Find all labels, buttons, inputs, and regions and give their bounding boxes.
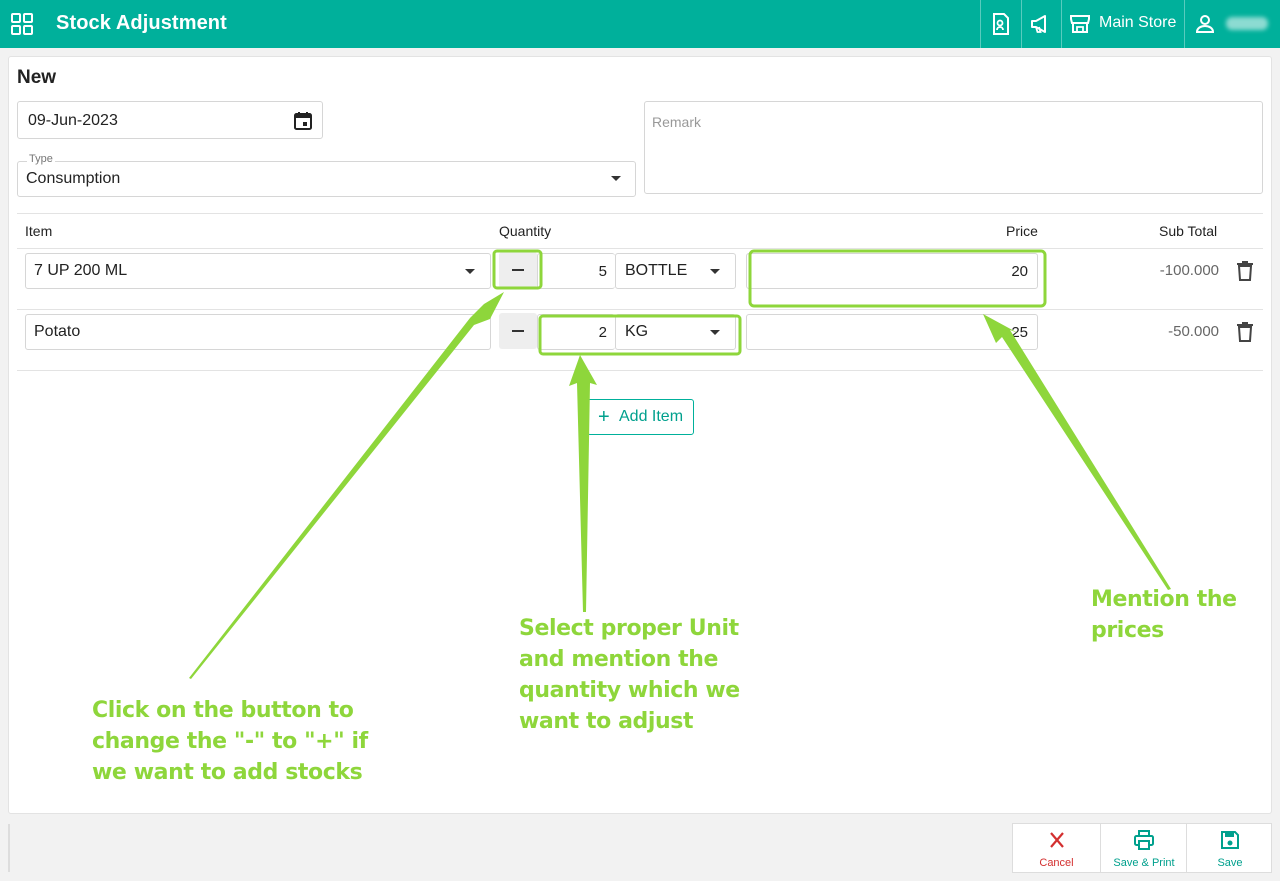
quantity-value: 5	[598, 263, 607, 280]
cancel-label: Cancel	[1039, 857, 1074, 869]
item-select[interactable]: Potato	[25, 314, 491, 350]
divider	[17, 248, 1263, 249]
printer-icon	[1134, 830, 1154, 850]
trash-icon[interactable]	[1236, 322, 1254, 342]
annotation-line: Click on the button to	[92, 698, 354, 723]
add-item-label: Add Item	[619, 408, 684, 425]
annotation-price-note: Mention the prices	[1091, 584, 1237, 646]
annotation-line: we want to add stocks	[92, 760, 363, 785]
date-field[interactable]: 09-Jun-2023	[17, 101, 323, 139]
apps-grid-icon[interactable]	[11, 13, 33, 35]
calendar-icon[interactable]	[292, 110, 314, 132]
item-name: Potato	[34, 323, 81, 340]
trash-icon[interactable]	[1236, 261, 1254, 281]
annotation-line: want to adjust	[519, 709, 694, 734]
annotation-unit-note: Select proper Unit and mention the quant…	[519, 613, 740, 737]
type-value: Consumption	[26, 170, 121, 187]
quantity-input[interactable]: 5	[537, 253, 615, 289]
page-title: New	[17, 67, 57, 88]
unit-select[interactable]: BOTTLE	[615, 253, 736, 289]
user-name-redacted[interactable]	[1226, 17, 1268, 30]
footer-edge	[8, 824, 10, 872]
item-name: 7 UP 200 ML	[34, 262, 128, 279]
column-header-item: Item	[25, 223, 53, 239]
floppy-disk-icon	[1221, 831, 1239, 849]
chevron-down-icon	[710, 269, 720, 274]
type-select[interactable]: Consumption	[17, 161, 636, 197]
close-icon	[1049, 832, 1064, 848]
cancel-button[interactable]: Cancel	[1013, 824, 1100, 872]
save-label: Save	[1217, 857, 1243, 869]
header-divider	[1184, 0, 1185, 48]
annotation-line: quantity which we	[519, 678, 740, 703]
type-label: Type	[27, 153, 55, 165]
report-icon[interactable]	[989, 12, 1013, 36]
subtotal-value: -100.000	[1159, 262, 1219, 279]
plus-icon: +	[598, 406, 610, 428]
store-selector[interactable]: Main Store	[1099, 14, 1176, 32]
annotation-line: and mention the	[519, 647, 719, 672]
save-print-label: Save & Print	[1113, 857, 1175, 869]
annotation-line: Mention the	[1091, 587, 1237, 612]
price-input[interactable]: 25	[746, 314, 1038, 350]
divider	[17, 213, 1263, 214]
header-divider	[1021, 0, 1022, 48]
store-icon[interactable]	[1068, 12, 1092, 36]
user-icon[interactable]	[1193, 12, 1217, 36]
app-title: Stock Adjustment	[56, 12, 227, 34]
header-divider	[980, 0, 981, 48]
minus-icon	[512, 330, 524, 332]
unit-value: KG	[625, 323, 649, 340]
quantity-value: 2	[598, 324, 607, 341]
sign-toggle-button[interactable]	[499, 252, 537, 288]
annotation-line: prices	[1091, 618, 1164, 643]
footer-actions: Cancel Save & Print Save	[1012, 823, 1272, 873]
column-header-quantity: Quantity	[499, 223, 552, 239]
divider	[17, 370, 1263, 371]
column-header-subtotal: Sub Total	[1159, 223, 1218, 239]
megaphone-icon[interactable]	[1029, 12, 1053, 36]
app-header: Stock Adjustment Main Store	[0, 0, 1280, 48]
chevron-down-icon	[710, 330, 720, 335]
unit-select[interactable]: KG	[615, 314, 736, 350]
add-item-button[interactable]: + Add Item	[587, 399, 694, 435]
save-button[interactable]: Save	[1187, 824, 1273, 872]
annotation-sign-note: Click on the button to change the "-" to…	[92, 695, 368, 788]
price-value: 25	[1011, 324, 1028, 341]
chevron-down-icon	[465, 269, 475, 274]
item-select[interactable]: 7 UP 200 ML	[25, 253, 491, 289]
subtotal-value: -50.000	[1168, 323, 1219, 340]
divider	[17, 309, 1263, 310]
unit-value: BOTTLE	[625, 262, 688, 279]
price-value: 20	[1011, 263, 1028, 280]
remark-field[interactable]: Remark	[644, 101, 1263, 194]
chevron-down-icon	[611, 176, 621, 181]
annotation-line: change the "-" to "+" if	[92, 729, 368, 754]
annotation-line: Select proper Unit	[519, 616, 739, 641]
minus-icon	[512, 269, 524, 271]
date-value: 09-Jun-2023	[28, 112, 118, 129]
remark-placeholder: Remark	[652, 114, 702, 130]
column-header-price: Price	[1006, 223, 1038, 239]
sign-toggle-button[interactable]	[499, 313, 537, 349]
save-print-button[interactable]: Save & Print	[1101, 824, 1187, 872]
header-divider	[1061, 0, 1062, 48]
quantity-input[interactable]: 2	[537, 314, 615, 350]
price-input[interactable]: 20	[746, 253, 1038, 289]
